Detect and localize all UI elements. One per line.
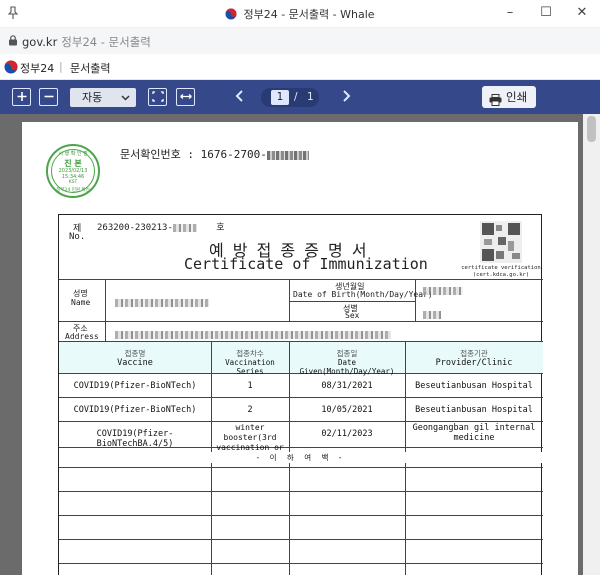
address-value — [115, 327, 391, 341]
address-domain: gov.kr — [22, 35, 58, 49]
certificate-number: 263200-230213- 호 — [97, 220, 225, 233]
zoom-out-button[interactable] — [39, 88, 58, 106]
row-3-vaccine: COVID19(Pfizer-BioNTechBA.4/5) — [96, 429, 174, 449]
zoom-in-button[interactable] — [12, 88, 31, 106]
close-button[interactable]: ✕ — [564, 0, 600, 28]
maximize-button[interactable]: ☐ — [528, 0, 564, 28]
section-name: 문서출력 — [70, 62, 111, 75]
qr-code — [480, 221, 522, 263]
chevron-down-icon — [121, 88, 130, 115]
vertical-scrollbar[interactable] — [583, 114, 600, 575]
previous-page-button[interactable] — [234, 86, 246, 110]
certificate-number-value: 263200-230213- — [97, 223, 173, 233]
redacted-block — [423, 286, 463, 295]
row-3-provider: Geongangban gil internal medicine — [412, 423, 536, 443]
header-date-en: Date Given(Month/Day/Year) — [299, 358, 395, 376]
redacted-block — [115, 298, 209, 307]
page-separator: / — [294, 91, 298, 103]
name-value — [115, 295, 209, 309]
address-label-en: Address — [65, 332, 99, 341]
zoom-select-value: 자동 — [82, 91, 103, 104]
site-name[interactable]: 정부24 — [20, 60, 54, 76]
redacted-block — [115, 330, 391, 339]
header-separator: | — [59, 60, 63, 73]
scrollbar-thumb[interactable] — [587, 116, 596, 142]
gov24-logo-icon — [4, 60, 18, 74]
seal-top-text: 시 행 확 인 필 — [58, 151, 88, 157]
sex-label-en: Sex — [345, 311, 360, 320]
next-page-button[interactable] — [340, 86, 352, 110]
name-label-en: Name — [71, 298, 91, 307]
page-total: 1 — [307, 91, 314, 103]
row-1-provider: Beseutianbusan Hospital — [415, 381, 533, 391]
fit-width-button[interactable] — [176, 88, 195, 106]
fit-page-button[interactable] — [148, 88, 167, 106]
page-number-input[interactable]: 1 — [271, 90, 289, 105]
chevron-right-icon — [343, 90, 351, 102]
page-indicator: 1 / 1 — [261, 88, 319, 107]
fit-page-icon — [151, 91, 164, 102]
confirm-number-label: 문서확인번호 : — [120, 148, 194, 161]
fit-width-icon — [179, 94, 192, 99]
lock-icon — [8, 35, 18, 46]
qr-caption-url: (cert.kdca.go.kr) — [472, 272, 530, 278]
seal-bottom-text: 정부24 민원 확인 — [56, 188, 90, 193]
plus-icon — [17, 92, 26, 101]
verification-seal: 시 행 확 인 필 진 본 2023/02/13 15:34:46 KST 정부… — [46, 144, 100, 198]
taegeuk-emblem-icon — [225, 8, 237, 20]
row-2-date: 10/05/2021 — [321, 405, 373, 415]
certificate-form: 제 No. 263200-230213- 호 예 방 접 종 증 명 서 Cer… — [58, 214, 543, 575]
document-page: 시 행 확 인 필 진 본 2023/02/13 15:34:46 KST 정부… — [22, 122, 578, 575]
pdf-toolbar: 자동 1 / 1 인쇄 — [0, 80, 600, 114]
row-1-series: 1 — [247, 381, 253, 391]
title-english: Certificate of Immunization — [184, 255, 428, 273]
minimize-button[interactable]: – — [492, 0, 528, 28]
sex-value — [423, 307, 441, 321]
print-button[interactable]: 인쇄 — [482, 86, 536, 108]
row-2-series: 2 — [247, 405, 253, 415]
pdf-viewer[interactable]: 시 행 확 인 필 진 본 2023/02/13 15:34:46 KST 정부… — [0, 114, 600, 575]
document-confirm-number: 문서확인번호 : 1676-2700- — [120, 146, 309, 162]
row-2-vaccine: COVID19(Pfizer-BioNTech) — [73, 405, 197, 415]
redacted-block — [172, 223, 197, 232]
row-1-date: 08/31/2021 — [321, 381, 373, 391]
header-vaccine-en: Vaccine — [117, 358, 153, 368]
redacted-block — [266, 150, 309, 160]
print-button-label: 인쇄 — [506, 90, 528, 104]
qr-caption: certificate verification — [461, 265, 541, 271]
end-of-list-marker: - 이 하 여 백 - — [59, 452, 543, 463]
seal-code: KST — [68, 180, 78, 185]
window-title-bar: 정부24 - 문서출력 - Whale – ☐ ✕ — [0, 0, 600, 28]
header-provider-en: Provider/Clinic — [435, 358, 513, 368]
row-2-provider: Beseutianbusan Hospital — [415, 405, 533, 415]
site-header: 정부24 | 문서출력 — [0, 54, 600, 80]
address-url[interactable]: gov.kr 정부24 - 문서출력 — [22, 34, 151, 50]
window-title-text: 정부24 - 문서출력 - Whale — [243, 8, 375, 21]
redacted-block — [423, 310, 441, 319]
address-page-title: 정부24 - 문서출력 — [61, 35, 151, 49]
address-bar[interactable]: gov.kr 정부24 - 문서출력 — [0, 28, 600, 54]
row-1-vaccine: COVID19(Pfizer-BioNTech) — [73, 381, 197, 391]
chevron-left-icon — [235, 90, 243, 102]
printer-icon — [489, 91, 502, 106]
number-label-en: No. — [69, 232, 86, 242]
certificate-number-suffix: 호 — [216, 223, 225, 233]
dob-label-en: Date of Birth(Month/Day/Year) — [293, 290, 433, 299]
confirm-number-value: 1676-2700- — [200, 148, 267, 161]
zoom-select[interactable]: 자동 — [70, 88, 136, 107]
header-series-en: Vaccination Series — [225, 358, 275, 376]
row-3-date: 02/11/2023 — [321, 429, 373, 439]
dob-value — [423, 283, 463, 297]
minus-icon — [44, 95, 53, 98]
